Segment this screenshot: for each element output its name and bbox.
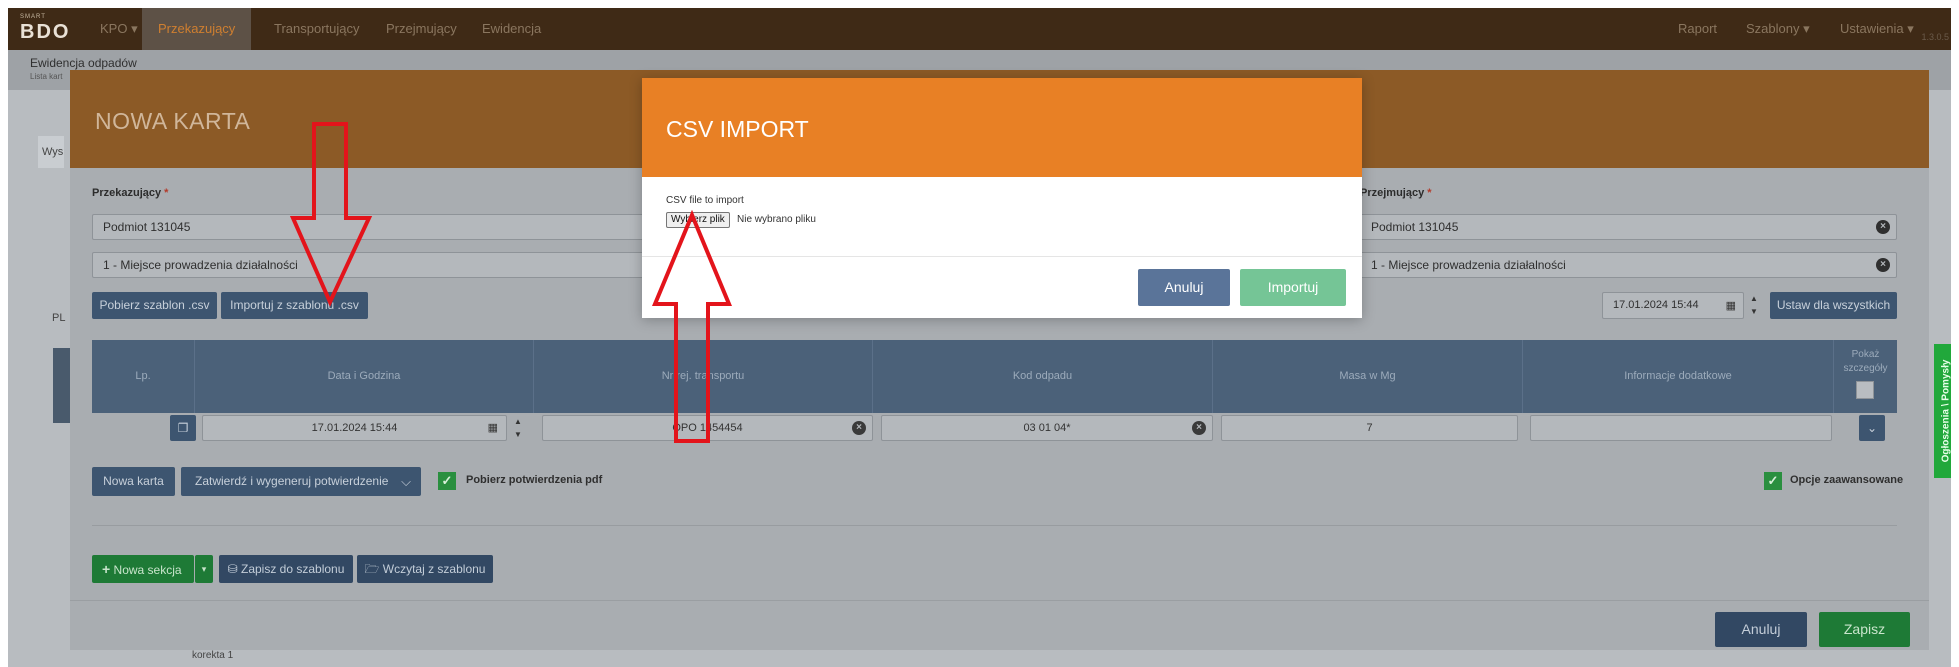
przejmujacy-miejsce-select[interactable]: 1 - Miejsce prowadzenia działalności ×	[1360, 252, 1897, 278]
wczytaj-z-szablonu-button[interactable]: 🗁 Wczytaj z szablonu	[357, 555, 493, 583]
date-spinner[interactable]: ▲ ▼	[1748, 292, 1760, 319]
calendar-icon[interactable]: ▦	[1726, 294, 1736, 318]
date-all-value: 17.01.2024 15:44	[1613, 299, 1699, 311]
expand-row-button[interactable]: ⌄	[1859, 415, 1885, 441]
caret-down-icon: ▾	[201, 564, 207, 574]
row-info-input[interactable]	[1530, 415, 1832, 441]
table-header: Lp. Data i Godzina Nr rej. transportu Ko…	[92, 340, 1897, 413]
column-header-info: Informacje dodatkowe	[1523, 340, 1834, 413]
column-header-lp: Lp.	[92, 340, 195, 413]
row-kod-select[interactable]: 03 01 04* ×	[881, 415, 1213, 441]
wczytaj-z-szablonu-label: Wczytaj z szablonu	[382, 562, 486, 576]
required-mark: *	[164, 187, 169, 199]
nav-item-przejmujacy[interactable]: Przejmujący	[370, 8, 473, 50]
clear-icon[interactable]: ×	[1876, 220, 1890, 234]
show-all-details-checkbox[interactable]	[1856, 381, 1874, 399]
szczegoly-header-label: Pokaż szczegóły	[1843, 349, 1888, 374]
row-date-value: 17.01.2024 15:44	[311, 422, 398, 434]
przekazujacy-label: Przekazujący *	[92, 187, 168, 199]
przejmujacy-label: Przejmujący *	[1360, 187, 1432, 199]
przejmujacy-podmiot-select[interactable]: Podmiot 131045 ×	[1360, 214, 1897, 240]
opcje-zaawansowane-checkbox[interactable]: ✓	[1764, 472, 1782, 490]
zatwierdz-button-label: Zatwierdź i wygeneruj potwierdzenie	[195, 474, 389, 488]
plus-icon: +	[102, 561, 111, 577]
feedback-side-tab-label: Ogłoszenia \ Pomysły	[1940, 359, 1952, 463]
przejmujacy-podmiot-value: Podmiot 131045	[1371, 220, 1459, 234]
opcje-zaawansowane-label: Opcje zaawansowane	[1790, 474, 1904, 486]
nowa-sekcja-dropdown[interactable]: ▾	[195, 555, 213, 583]
csv-modal-divider	[642, 256, 1362, 257]
zapisz-do-szablonu-label: Zapisz do szablonu	[241, 562, 345, 576]
csv-import-header: CSV IMPORT	[642, 78, 1362, 177]
page-title: Ewidencja odpadów	[30, 56, 137, 70]
nowa-karta-button[interactable]: Nowa karta	[92, 467, 175, 496]
pobierz-szablon-button[interactable]: Pobierz szablon .csv	[92, 292, 217, 319]
przejmujacy-miejsce-value: 1 - Miejsce prowadzenia działalności	[1371, 258, 1566, 272]
ustaw-dla-wszystkich-button[interactable]: Ustaw dla wszystkich	[1770, 292, 1897, 319]
csv-import-title: CSV IMPORT	[666, 116, 809, 142]
nav-item-ustawienia[interactable]: Ustawienia ▾	[1824, 8, 1930, 50]
row-masa-input[interactable]: 7	[1221, 415, 1518, 441]
footer-divider	[70, 600, 1929, 601]
logo-big-text: BDO	[20, 21, 71, 43]
column-header-szczegoly: Pokaż szczegóły	[1834, 340, 1897, 413]
nowa-sekcja-label: Nowa sekcja	[113, 563, 182, 577]
chevron-down-icon: ⌵	[401, 474, 411, 489]
nowa-karta-title: NOWA KARTA	[95, 108, 251, 134]
zatwierdz-button[interactable]: Zatwierdź i wygeneruj potwierdzenie ⌵	[181, 467, 421, 496]
row-date-spinner[interactable]: ▲ ▼	[512, 415, 524, 441]
copy-icon: ❐	[177, 421, 189, 435]
row-kod-value: 03 01 04*	[1023, 422, 1071, 434]
required-mark: *	[1427, 187, 1432, 199]
folder-open-icon: 🗁	[364, 562, 380, 576]
page-subtitle: Lista kart	[30, 72, 63, 81]
przekazujacy-miejsce-value: 1 - Miejsce prowadzenia działalności	[103, 258, 298, 272]
nowa-sekcja-button[interactable]: + Nowa sekcja	[92, 555, 194, 583]
nav-item-szablony[interactable]: Szablony ▾	[1730, 8, 1826, 50]
clear-icon[interactable]: ×	[1192, 421, 1206, 435]
top-navbar: SMART BDO KPO ▾ Przekazujący Transportuj…	[8, 8, 1951, 50]
przekazujacy-label-text: Przekazujący	[92, 187, 162, 199]
column-header-kod: Kod odpadu	[873, 340, 1213, 413]
clear-icon[interactable]: ×	[852, 421, 866, 435]
column-header-data: Data i Godzina	[195, 340, 534, 413]
csv-import-modal: CSV IMPORT CSV file to import Wybierz pl…	[642, 78, 1362, 318]
nav-item-transportujacy[interactable]: Transportujący	[258, 8, 376, 50]
zapisz-do-szablonu-button[interactable]: ⛁ Zapisz do szablonu	[219, 555, 353, 583]
feedback-side-tab[interactable]: Ogłoszenia \ Pomysły	[1934, 344, 1951, 478]
smart-bdo-logo[interactable]: SMART BDO	[16, 12, 76, 46]
calendar-icon[interactable]: ▦	[488, 416, 498, 440]
copy-row-button[interactable]: ❐	[170, 415, 196, 441]
clear-icon[interactable]: ×	[1876, 258, 1890, 272]
csv-file-label: CSV file to import	[666, 195, 744, 206]
background-button: Wys	[38, 136, 64, 168]
csv-cancel-button[interactable]: Anuluj	[1138, 269, 1230, 306]
database-icon: ⛁	[227, 562, 238, 576]
date-all-input[interactable]: 17.01.2024 15:44 ▦	[1602, 292, 1744, 319]
chevron-down-icon: ⌄	[1866, 421, 1878, 435]
annotation-arrow-down	[289, 122, 373, 307]
nav-item-ewidencja[interactable]: Ewidencja	[466, 8, 557, 50]
background-label-korekta: korekta 1	[192, 650, 234, 661]
nav-item-przekazujacy[interactable]: Przekazujący	[142, 8, 252, 50]
background-label-pl: PL	[52, 312, 66, 324]
row-date-input[interactable]: 17.01.2024 15:44 ▦	[202, 415, 507, 441]
przekazujacy-podmiot-select[interactable]: Podmiot 131045	[92, 214, 692, 240]
karta-anuluj-button[interactable]: Anuluj	[1715, 612, 1807, 647]
annotation-arrow-up	[652, 209, 732, 443]
file-status-text: Nie wybrano pliku	[737, 214, 816, 225]
csv-import-button[interactable]: Importuj	[1240, 269, 1346, 306]
section-divider	[92, 525, 1897, 526]
logo-small-text: SMART	[20, 14, 46, 20]
pobierz-pdf-checkbox[interactable]: ✓	[438, 472, 456, 490]
pobierz-pdf-label: Pobierz potwierdzenia pdf	[466, 474, 603, 486]
app-frame: SMART BDO KPO ▾ Przekazujący Transportuj…	[8, 8, 1951, 667]
przejmujacy-label-text: Przejmujący	[1360, 187, 1425, 199]
przekazujacy-miejsce-select[interactable]: 1 - Miejsce prowadzenia działalności	[92, 252, 692, 278]
nav-item-raport[interactable]: Raport	[1662, 8, 1733, 50]
column-header-masa: Masa w Mg	[1213, 340, 1523, 413]
przekazujacy-podmiot-value: Podmiot 131045	[103, 220, 191, 234]
app-version: 1.3.0.5	[1921, 32, 1949, 42]
karta-zapisz-button[interactable]: Zapisz	[1819, 612, 1910, 647]
